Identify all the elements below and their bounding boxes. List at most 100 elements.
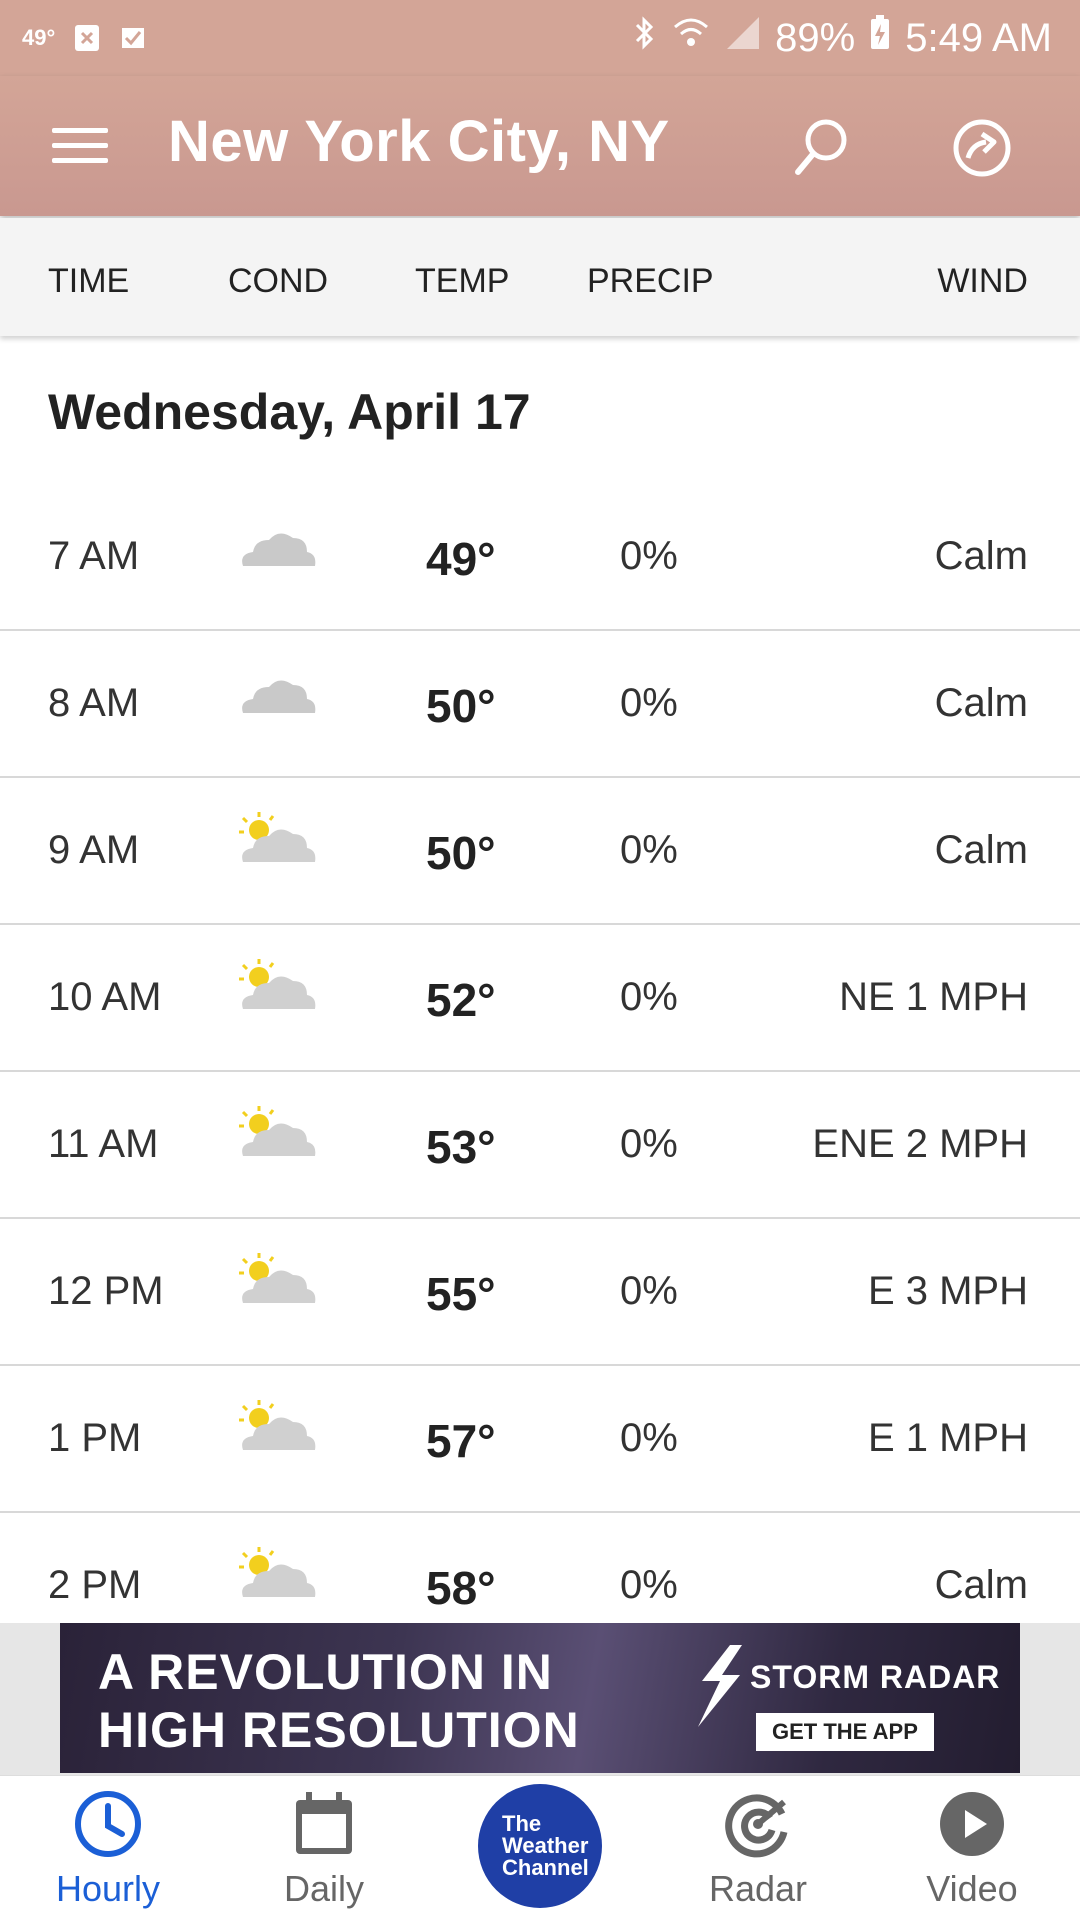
row-temp: 57° [426,1415,496,1467]
row-time: 1 PM [48,1416,142,1460]
row-time: 7 AM [48,534,140,578]
radar-icon [725,1794,788,1858]
lightning-bolt-icon [698,1645,742,1727]
partly-cloudy-icon [235,957,321,1021]
column-wind: WIND [937,262,1028,300]
ad-headline: A REVOLUTION IN HIGH RESOLUTION [98,1643,580,1759]
status-temperature: 49° [22,25,56,50]
hourly-row[interactable]: 11 AM 53° 0% ENE 2 MPH [0,1070,1080,1219]
column-temp: TEMP [415,262,510,300]
hourly-row[interactable]: 9 AM 50° 0% Calm [0,776,1080,925]
row-temp: 58° [426,1562,496,1614]
bluetooth-icon [633,15,657,61]
cloudy-icon [235,663,321,727]
ad-headline-line: HIGH RESOLUTION [98,1702,580,1758]
tab-hourly[interactable]: Hourly [8,1776,208,1921]
row-wind: Calm [934,681,1028,725]
share-button[interactable] [946,112,1018,184]
logo-text: The [502,1811,542,1836]
row-precip: 0% [620,1416,678,1460]
partly-cloudy-icon [235,1104,321,1168]
calendar-icon [296,1792,352,1854]
partly-cloudy-icon [235,1398,321,1462]
row-precip: 0% [620,1122,678,1166]
row-precip: 0% [620,681,678,725]
hourly-row[interactable]: 7 AM 49° 0% Calm [0,482,1080,631]
menu-icon-line [52,143,108,148]
tab-label: Video [926,1868,1018,1909]
search-icon [795,119,847,175]
clock: 5:49 AM [905,15,1052,60]
ad-brand: STORM RADAR [750,1659,1001,1695]
weather-channel-logo[interactable]: The Weather Channel [478,1784,602,1908]
row-wind: Calm [934,828,1028,872]
hourly-row[interactable]: 12 PM 55° 0% E 3 MPH [0,1217,1080,1366]
share-icon [953,119,1011,177]
notification-x-icon [73,24,101,52]
menu-icon-line [52,128,108,133]
row-wind: Calm [934,534,1028,578]
row-time: 8 AM [48,681,140,725]
ad-banner[interactable]: A REVOLUTION IN HIGH RESOLUTION STORM RA… [60,1623,1020,1773]
tab-daily[interactable]: Daily [224,1776,424,1921]
clock-icon [75,1791,141,1857]
column-time: TIME [48,262,130,300]
row-wind: E 3 MPH [867,1269,1028,1313]
row-precip: 0% [620,534,678,578]
hourly-row[interactable]: 8 AM 50° 0% Calm [0,629,1080,778]
row-temp: 53° [426,1121,496,1173]
logo-text: Weather [502,1833,589,1858]
row-precip: 0% [620,828,678,872]
row-temp: 50° [426,827,496,879]
menu-button[interactable] [48,118,112,182]
tab-label: Daily [283,1868,364,1909]
hourly-row[interactable]: 10 AM 52° 0% NE 1 MPH [0,923,1080,1072]
row-temp: 55° [426,1268,496,1320]
row-wind: Calm [934,1563,1028,1607]
row-wind: ENE 2 MPH [812,1122,1028,1166]
tab-label: Radar [708,1868,808,1909]
wifi-icon [671,15,711,61]
row-time: 11 AM [48,1122,159,1166]
row-precip: 0% [620,1563,678,1607]
app-bar: New York City, NY [0,76,1080,216]
row-precip: 0% [620,1269,678,1313]
tab-video[interactable]: Video [872,1776,1072,1921]
logo-text: Channel [502,1855,589,1880]
ad-headline-line: A REVOLUTION IN [98,1644,553,1700]
cell-signal-icon [725,15,761,61]
row-temp: 52° [426,974,496,1026]
play-icon [940,1792,1004,1856]
location-title[interactable]: New York City, NY [168,108,670,175]
cloudy-icon [235,516,321,580]
column-cond: COND [228,262,329,300]
column-header: TIME COND TEMP PRECIP WIND [0,218,1080,336]
partly-cloudy-icon [235,1545,321,1609]
hourly-row[interactable]: 1 PM 57° 0% E 1 MPH [0,1364,1080,1513]
day-title: Wednesday, April 17 [48,384,531,440]
partly-cloudy-icon [235,810,321,874]
row-precip: 0% [620,975,678,1019]
partly-cloudy-icon [235,1251,321,1315]
row-wind: NE 1 MPH [839,975,1028,1019]
row-time: 10 AM [48,975,162,1019]
row-wind: E 1 MPH [867,1416,1028,1460]
column-precip: PRECIP [587,262,714,300]
menu-icon-line [52,158,108,163]
row-time: 2 PM [48,1563,142,1607]
battery-percent: 89% [775,15,856,60]
row-time: 12 PM [48,1269,164,1313]
row-temp: 50° [426,680,496,732]
tab-radar[interactable]: Radar [658,1776,858,1921]
search-button[interactable] [784,112,856,184]
tab-label: Hourly [55,1868,161,1909]
notification-check-icon [119,24,147,52]
ad-cta-button[interactable]: GET THE APP [756,1713,934,1751]
row-time: 9 AM [48,828,140,872]
status-bar-right: 89% 5:49 AM [633,0,1052,76]
bottom-nav: Hourly Daily The Weather Channel Radar V… [0,1775,1080,1921]
row-temp: 49° [426,533,496,585]
status-bar: 49° 89% 5:49 AM [0,0,1080,76]
battery-charging-icon [869,15,891,61]
ad-container: A REVOLUTION IN HIGH RESOLUTION STORM RA… [0,1623,1080,1775]
